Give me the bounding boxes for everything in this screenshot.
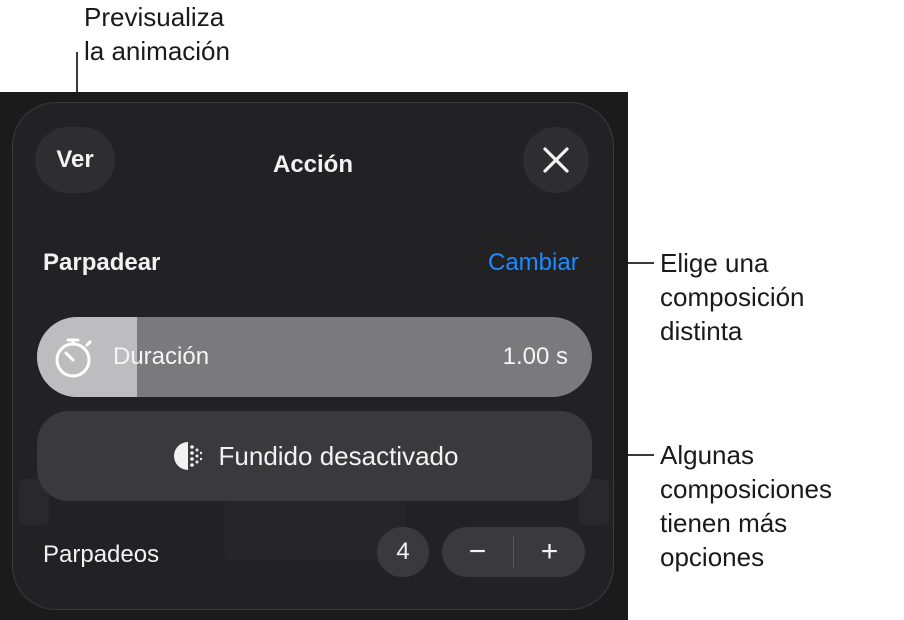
fade-icon — [173, 442, 202, 470]
preview-callout: Previsualiza la animación — [84, 2, 230, 66]
close-button[interactable] — [523, 127, 589, 193]
options-callout: Algunas composiciones tienen más opcione… — [660, 440, 832, 572]
decrement-button[interactable]: − — [442, 527, 513, 577]
increment-button[interactable]: + — [514, 527, 585, 577]
blinks-label: Parpadeos — [43, 541, 160, 568]
blinks-stepper: − + — [442, 527, 585, 577]
duration-value: 1.00 s — [502, 343, 568, 370]
fade-toggle-button[interactable]: Fundido desactivado — [37, 411, 592, 501]
close-icon — [543, 147, 569, 173]
action-panel: Ver Acción Parpadear Cambiar Duración 1.… — [12, 102, 614, 610]
effect-name: Parpadear — [43, 249, 161, 276]
change-callout: Elige una composición distinta — [660, 248, 805, 346]
blinks-count: 4 — [377, 527, 429, 577]
duration-slider[interactable]: Duración 1.00 s — [37, 317, 592, 397]
change-link[interactable]: Cambiar — [488, 249, 579, 277]
stopwatch-icon — [55, 338, 92, 378]
fade-label: Fundido desactivado — [218, 440, 459, 471]
duration-label: Duración — [113, 343, 210, 370]
